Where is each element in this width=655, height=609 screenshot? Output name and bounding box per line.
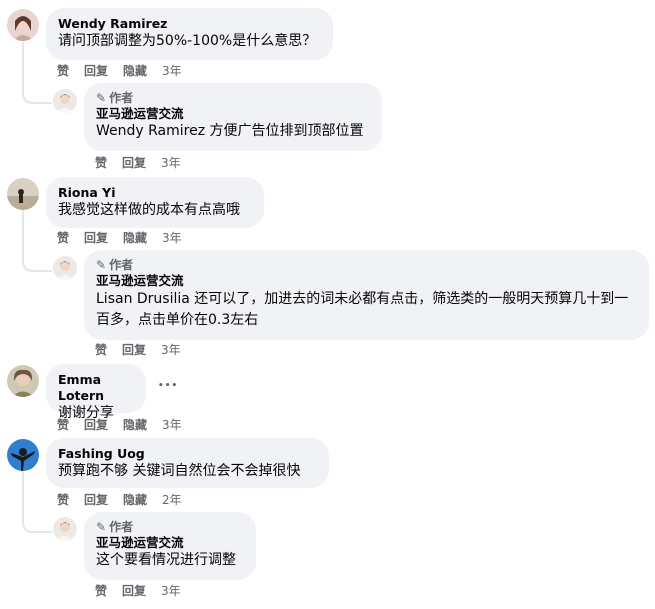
avatar-page[interactable] <box>53 89 77 113</box>
author-badge: ✎ 作者 <box>96 91 134 105</box>
hide-button[interactable]: 隐藏 <box>123 492 147 508</box>
comment-actions: 赞 回复 隐藏 3年 <box>57 230 182 246</box>
like-button[interactable]: 赞 <box>95 155 107 171</box>
timestamp[interactable]: 2年 <box>162 492 182 508</box>
comment-author[interactable]: Emma Lotern <box>58 372 134 404</box>
reply-bubble: ✎ 作者 亚马逊运营交流 这个要看情况进行调整 <box>84 512 256 580</box>
reply-author[interactable]: 亚马逊运营交流 <box>96 106 370 122</box>
author-badge: ✎ 作者 <box>96 258 134 272</box>
comment-author[interactable]: Wendy Ramirez <box>58 16 321 32</box>
like-button[interactable]: 赞 <box>57 230 69 246</box>
thread-elbow <box>22 82 52 104</box>
reply-button[interactable]: 回复 <box>122 155 146 171</box>
mention-link[interactable]: Wendy Ramirez <box>96 123 205 139</box>
avatar-wendy[interactable] <box>7 9 39 41</box>
reply-bubble: ✎ 作者 亚马逊运营交流 Lisan Drusilia 还可以了，加进去的词未必都… <box>84 250 649 340</box>
like-button[interactable]: 赞 <box>57 417 69 433</box>
reply-button[interactable]: 回复 <box>122 342 146 358</box>
thread-elbow <box>22 250 52 272</box>
author-badge: ✎ 作者 <box>96 520 134 534</box>
comment-bubble: Fashing Uog 预算跑不够 关键词自然位会不会掉很快 <box>46 438 329 488</box>
pencil-icon: ✎ <box>96 91 107 105</box>
reply-text: 这个要看情况进行调整 <box>96 552 236 568</box>
reply-button[interactable]: 回复 <box>84 230 108 246</box>
thread-line <box>22 471 24 511</box>
reply-actions: 赞 回复 3年 <box>95 342 181 358</box>
comment-bubble: Wendy Ramirez 请问顶部调整为50%-100%是什么意思？ <box>46 8 333 60</box>
reply-text: Wendy Ramirez 方便广告位排到顶部位置 <box>96 123 364 139</box>
pencil-icon: ✎ <box>96 258 107 272</box>
comment-actions: 赞 回复 隐藏 3年 <box>57 63 182 79</box>
avatar-page[interactable] <box>53 517 77 541</box>
more-options-icon[interactable]: ••• <box>158 381 178 391</box>
avatar-fashing[interactable] <box>7 439 39 471</box>
reply-button[interactable]: 回复 <box>122 583 146 599</box>
thread-line <box>22 42 24 82</box>
hide-button[interactable]: 隐藏 <box>123 230 147 246</box>
like-button[interactable]: 赞 <box>57 492 69 508</box>
reply-author[interactable]: 亚马逊运营交流 <box>96 273 637 289</box>
timestamp[interactable]: 3年 <box>161 342 181 358</box>
hide-button[interactable]: 隐藏 <box>123 417 147 433</box>
reply-button[interactable]: 回复 <box>84 417 108 433</box>
like-button[interactable]: 赞 <box>95 342 107 358</box>
comment-actions: 赞 回复 隐藏 2年 <box>57 492 182 508</box>
reply-text: Lisan Drusilia 还可以了，加进去的词未必都有点击，筛选类的一般明天… <box>96 291 629 328</box>
like-button[interactable]: 赞 <box>95 583 107 599</box>
timestamp[interactable]: 3年 <box>162 63 182 79</box>
thread-elbow <box>22 511 52 533</box>
hide-button[interactable]: 隐藏 <box>123 63 147 79</box>
reply-button[interactable]: 回复 <box>84 63 108 79</box>
comment-text: 请问顶部调整为50%-100%是什么意思？ <box>58 33 317 49</box>
comment-author[interactable]: Riona Yi <box>58 185 252 201</box>
reply-author[interactable]: 亚马逊运营交流 <box>96 535 244 551</box>
comment-actions: 赞 回复 隐藏 3年 <box>57 417 182 433</box>
comment-author[interactable]: Fashing Uog <box>58 446 317 462</box>
mention-link[interactable]: Lisan Drusilia <box>96 291 190 307</box>
timestamp[interactable]: 3年 <box>161 155 181 171</box>
like-button[interactable]: 赞 <box>57 63 69 79</box>
timestamp[interactable]: 3年 <box>162 230 182 246</box>
comment-bubble: Riona Yi 我感觉这样做的成本有点高哦 <box>46 177 264 228</box>
thread-line <box>22 210 24 250</box>
comment-text: 我感觉这样做的成本有点高哦 <box>58 202 240 218</box>
comment-bubble: Emma Lotern 谢谢分享 <box>46 364 146 421</box>
comment-text: 预算跑不够 关键词自然位会不会掉很快 <box>58 463 301 479</box>
reply-bubble: ✎ 作者 亚马逊运营交流 Wendy Ramirez 方便广告位排到顶部位置 <box>84 83 382 151</box>
avatar-riona[interactable] <box>7 178 39 210</box>
avatar-page[interactable] <box>53 256 77 280</box>
avatar-emma[interactable] <box>7 365 39 397</box>
pencil-icon: ✎ <box>96 520 107 534</box>
reply-actions: 赞 回复 3年 <box>95 583 181 599</box>
reply-actions: 赞 回复 3年 <box>95 155 181 171</box>
reply-button[interactable]: 回复 <box>84 492 108 508</box>
timestamp[interactable]: 3年 <box>162 417 182 433</box>
timestamp[interactable]: 3年 <box>161 583 181 599</box>
